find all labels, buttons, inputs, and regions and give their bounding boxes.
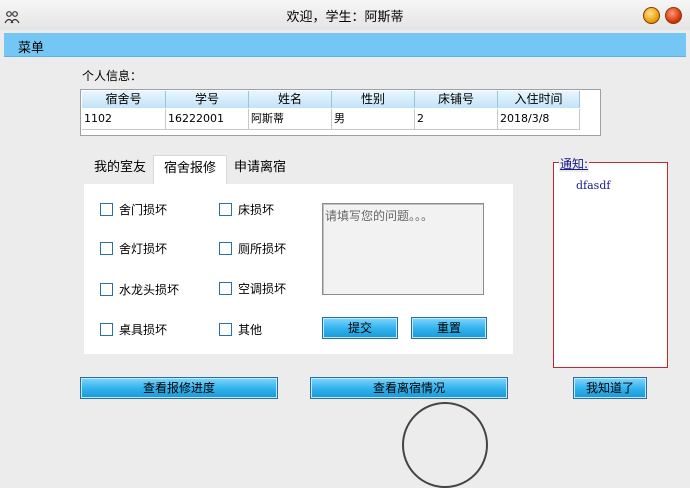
acknowledge-button[interactable]: 我知道了: [573, 377, 647, 399]
column-header[interactable]: 床铺号: [415, 91, 498, 108]
checkbox-box[interactable]: [219, 242, 232, 255]
column-header[interactable]: 学号: [166, 91, 249, 108]
decorative-circle: [402, 402, 488, 488]
table-cell: 阿斯蒂: [249, 109, 332, 129]
window-title: 欢迎，学生：阿斯蒂: [286, 10, 404, 25]
personal-info-label: 个人信息：: [82, 69, 143, 83]
tab-repair[interactable]: 宿舍报修: [153, 155, 228, 185]
submit-button[interactable]: 提交: [322, 317, 398, 339]
title-bar: 欢迎，学生：阿斯蒂: [0, 0, 690, 30]
table-cell: 1102: [82, 109, 166, 129]
column-header[interactable]: 宿舍号: [82, 91, 166, 108]
tab-leave[interactable]: 申请离宿: [224, 155, 296, 184]
close-button[interactable]: [665, 7, 682, 24]
problem-textarea[interactable]: 请填写您的问题。。。: [322, 203, 484, 295]
checkbox-box[interactable]: [219, 323, 232, 336]
column-header[interactable]: 性别: [332, 91, 415, 108]
tab-roommates[interactable]: 我的室友: [84, 155, 156, 184]
checkbox-box[interactable]: [219, 203, 232, 216]
reset-button[interactable]: 重置: [411, 317, 487, 339]
table-cell: 男: [332, 109, 415, 129]
checkbox-toilet[interactable]: 厕所损坏: [219, 240, 286, 257]
notice-box: [553, 162, 668, 368]
checkbox-box[interactable]: [100, 283, 113, 296]
checkbox-door[interactable]: 舍门损坏: [100, 201, 167, 218]
checkbox-bed[interactable]: 床损坏: [219, 201, 274, 218]
table-header: 宿舍号 学号 姓名 性别 床铺号 入住时间: [82, 91, 580, 108]
table-cell: 16222001: [166, 109, 249, 129]
menu-bar: 菜单: [4, 33, 686, 57]
view-repair-progress-button[interactable]: 查看报修进度: [80, 377, 278, 399]
checkbox-box[interactable]: [219, 282, 232, 295]
checkbox-desk[interactable]: 桌具损坏: [100, 321, 167, 338]
checkbox-aircon[interactable]: 空调损坏: [219, 280, 286, 297]
checkbox-box[interactable]: [100, 323, 113, 336]
checkbox-faucet[interactable]: 水龙头损坏: [100, 281, 179, 298]
column-header[interactable]: 姓名: [249, 91, 332, 108]
checkbox-box[interactable]: [100, 242, 113, 255]
view-leave-status-button[interactable]: 查看离宿情况: [310, 377, 508, 399]
minimize-button[interactable]: [643, 7, 660, 24]
personal-info-table: 宿舍号 学号 姓名 性别 床铺号 入住时间 1102 16222001 阿斯蒂 …: [80, 89, 601, 136]
column-header[interactable]: 入住时间: [498, 91, 580, 108]
notice-content: dfasdf: [576, 179, 611, 192]
checkbox-light[interactable]: 舍灯损坏: [100, 240, 167, 257]
table-cell: 2: [415, 109, 498, 129]
table-cell: 2018/3/8: [498, 109, 580, 129]
notice-title: 通知:: [559, 155, 590, 172]
menu-item[interactable]: 菜单: [18, 37, 44, 56]
checkbox-box[interactable]: [100, 203, 113, 216]
checkbox-other[interactable]: 其他: [219, 321, 262, 338]
table-row[interactable]: 1102 16222001 阿斯蒂 男 2 2018/3/8: [82, 109, 580, 130]
